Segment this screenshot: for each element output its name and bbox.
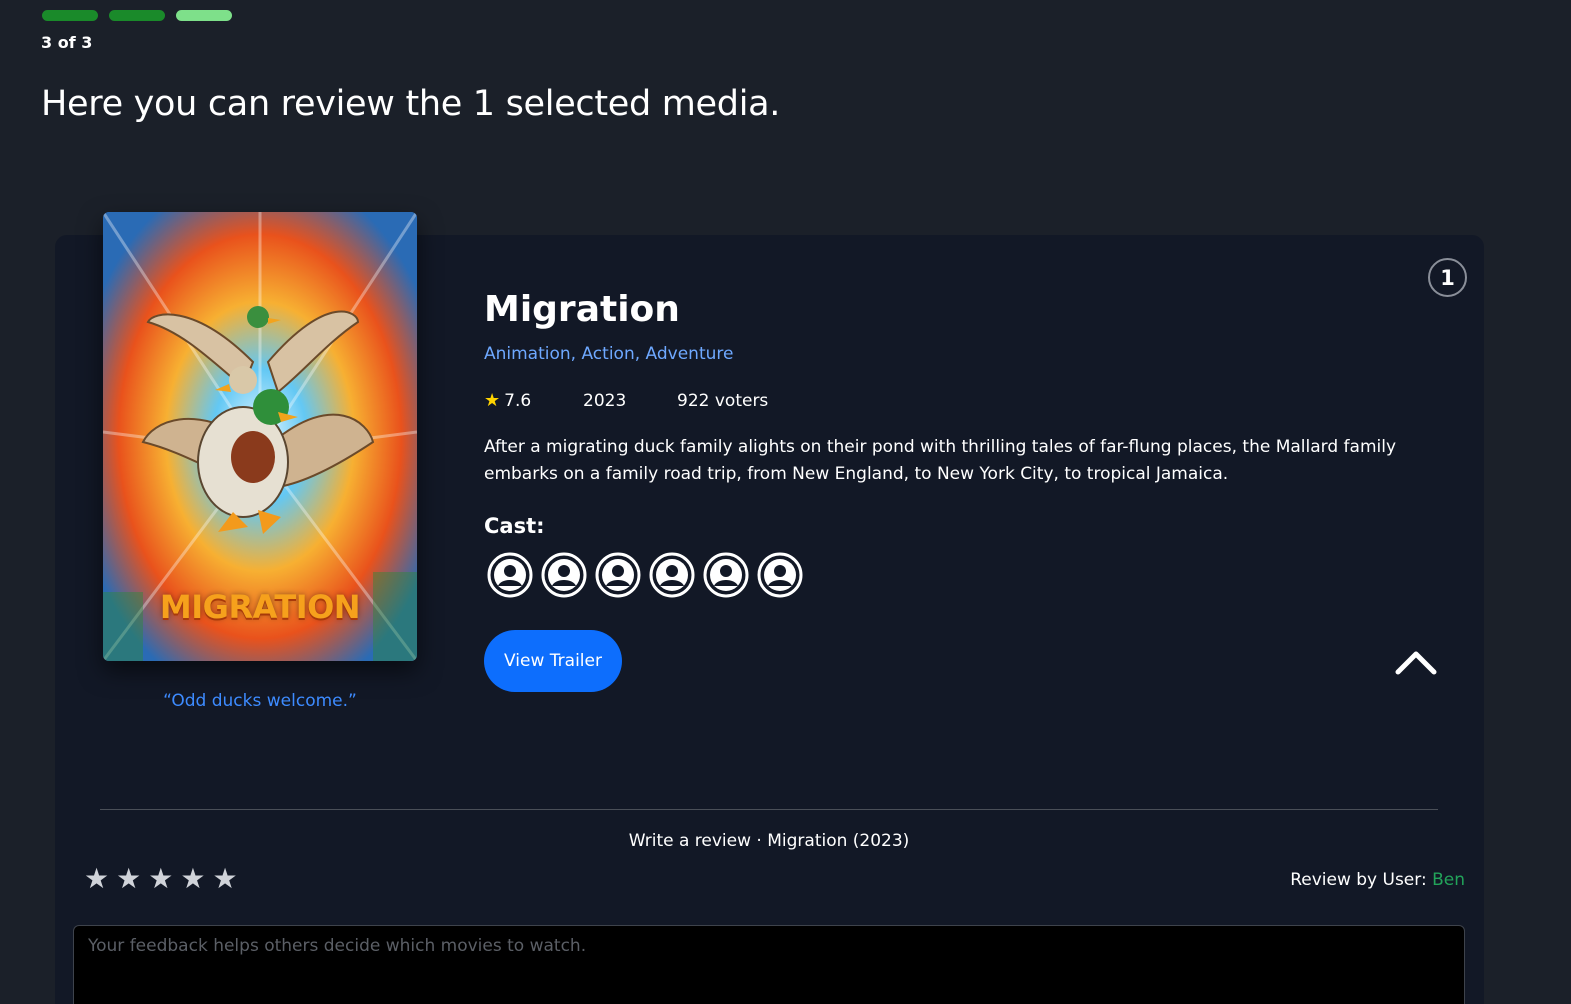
rating-star-4[interactable]: ★ — [180, 865, 205, 893]
rating-star-1[interactable]: ★ — [84, 865, 109, 893]
review-rating-stars[interactable]: ★ ★ ★ ★ ★ — [84, 865, 238, 893]
user-avatar-icon[interactable] — [487, 552, 533, 598]
page-title: Here you can review the 1 selected media… — [41, 84, 781, 124]
chevron-up-icon[interactable] — [1393, 645, 1439, 677]
step-1-indicator — [42, 10, 98, 21]
rating-value: 7.6 — [504, 390, 532, 411]
movie-genres: Animation, Action, Adventure — [484, 344, 734, 364]
user-avatar-icon[interactable] — [703, 552, 749, 598]
poster-title-text: MIGRATION — [159, 588, 361, 626]
cast-label: Cast: — [484, 514, 545, 538]
rating-star-5[interactable]: ★ — [212, 865, 237, 893]
movie-poster: MIGRATION — [103, 212, 417, 661]
rating-stat: ★ 7.6 — [484, 390, 583, 411]
movie-tagline: “Odd ducks welcome.” — [163, 691, 357, 711]
step-3-indicator — [176, 10, 232, 21]
review-heading: Write a review · Migration (2023) — [628, 831, 910, 851]
progress-stepper — [42, 10, 232, 21]
step-counter: 3 of 3 — [41, 33, 93, 52]
rating-star-2[interactable]: ★ — [116, 865, 141, 893]
movie-overview: After a migrating duck family alights on… — [484, 437, 1397, 484]
review-textarea[interactable] — [73, 925, 1465, 1004]
star-icon: ★ — [484, 390, 501, 411]
movie-stats: ★ 7.6 2023 922 voters — [484, 390, 768, 411]
rating-star-3[interactable]: ★ — [148, 865, 173, 893]
user-avatar-icon[interactable] — [649, 552, 695, 598]
cast-list — [487, 552, 803, 598]
user-avatar-icon[interactable] — [595, 552, 641, 598]
user-avatar-icon[interactable] — [541, 552, 587, 598]
movie-title: Migration — [484, 289, 680, 330]
review-by-label: Review by User: — [1290, 870, 1427, 890]
step-2-indicator — [109, 10, 165, 21]
review-author: Review by User: Ben — [1290, 870, 1465, 890]
review-username: Ben — [1432, 870, 1465, 890]
media-index-badge: 1 — [1428, 258, 1467, 297]
release-year: 2023 — [583, 390, 627, 411]
voter-count: 922 voters — [677, 390, 769, 411]
user-avatar-icon[interactable] — [757, 552, 803, 598]
section-divider — [100, 809, 1438, 810]
view-trailer-button[interactable]: View Trailer — [484, 630, 622, 692]
